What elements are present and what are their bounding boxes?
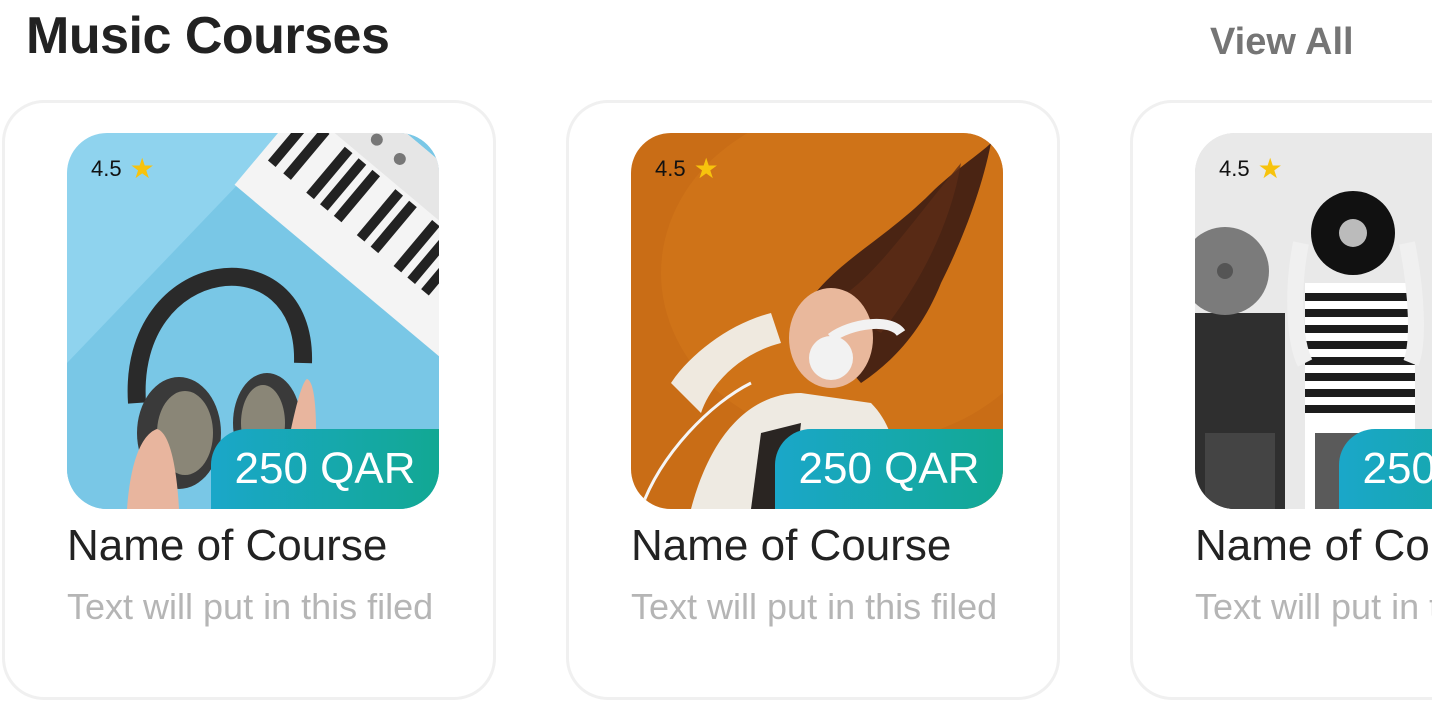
view-all-link[interactable]: View All [1210, 18, 1354, 66]
course-image-headphones: 4.5 ★ 250 QAR [67, 133, 439, 509]
rating-value: 4.5 [655, 156, 686, 181]
course-rating: 4.5 ★ [91, 155, 155, 183]
price-badge: 250 QAR [211, 429, 439, 509]
course-name[interactable]: Name of Course [631, 517, 951, 575]
course-name[interactable]: Name of Course [1195, 517, 1432, 575]
course-description: Text will put in this filed [1195, 586, 1432, 627]
course-description: Text will put in this filed [67, 586, 434, 627]
course-card[interactable]: 4.5 ★ 250 QAR Name of Course Text will p… [566, 100, 1060, 700]
course-description: Text will put in this filed [631, 586, 998, 627]
rating-value: 4.5 [1219, 156, 1250, 181]
course-carousel[interactable]: 4.5 ★ 250 QAR Name of Course Text will p… [0, 100, 1432, 704]
price-badge: 250 QAR [1339, 429, 1432, 509]
course-rating: 4.5 ★ [1219, 155, 1283, 183]
price-badge: 250 QAR [775, 429, 1003, 509]
star-icon: ★ [693, 153, 719, 184]
course-image-vinyl-records: 4.5 ★ 250 QAR [1195, 133, 1432, 509]
star-icon: ★ [129, 153, 155, 184]
section-title: Music Courses [26, 7, 390, 65]
course-image-woman-headphones: 4.5 ★ 250 QAR [631, 133, 1003, 509]
star-icon: ★ [1257, 153, 1283, 184]
course-rating: 4.5 ★ [655, 155, 719, 183]
course-card[interactable]: 4.5 ★ 250 QAR Name of Course Text will p… [1130, 100, 1432, 700]
course-name[interactable]: Name of Course [67, 517, 387, 575]
course-card[interactable]: 4.5 ★ 250 QAR Name of Course Text will p… [2, 100, 496, 700]
rating-value: 4.5 [91, 156, 122, 181]
